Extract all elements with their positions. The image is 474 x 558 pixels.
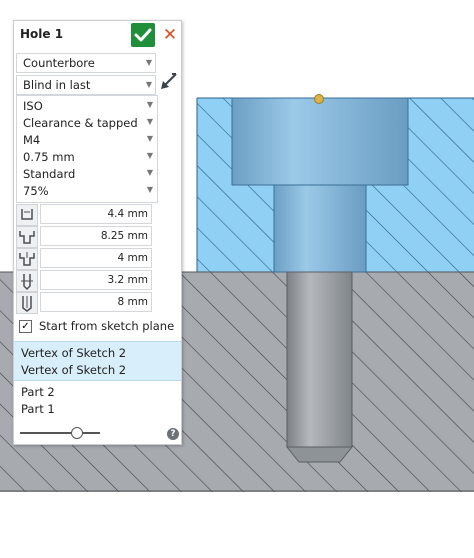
checkmark-icon: ✓ <box>21 321 30 332</box>
tapped-percentage-value: 75% <box>23 184 49 198</box>
size-value: M4 <box>23 133 41 147</box>
dropdown-arrow-icon: ▼ <box>146 151 153 160</box>
part-item[interactable]: Part 2 <box>21 385 55 399</box>
preview-slider-handle[interactable] <box>71 427 83 439</box>
cancel-button[interactable]: ✕ <box>161 25 179 45</box>
counterbore-cut <box>231 97 409 186</box>
dropdown-arrow-icon: ▼ <box>146 134 153 143</box>
dropdown-arrow-icon: ▼ <box>146 100 153 109</box>
counterbore-diameter-field[interactable]: 4.4 mm <box>40 204 152 224</box>
dialog-header: Hole 1 ✕ <box>14 21 181 49</box>
selection-item[interactable]: Vertex of Sketch 2 <box>21 363 126 377</box>
dropdown-arrow-icon: ▼ <box>145 80 152 89</box>
dimension-row: 8.25 mm <box>16 226 154 248</box>
counterbore-outer-diameter-field[interactable]: 8.25 mm <box>40 226 152 246</box>
dimension-row: 8 mm <box>16 292 154 314</box>
selection-item[interactable]: Vertex of Sketch 2 <box>21 346 126 360</box>
sketch-vertex-marker[interactable] <box>314 94 324 104</box>
help-icon[interactable]: ? <box>167 428 179 440</box>
counterbore-outer-diameter-icon <box>16 226 38 248</box>
check-icon <box>134 28 152 42</box>
pitch-value: 0.75 mm <box>23 150 75 164</box>
fit-value: Standard <box>23 167 76 181</box>
fit-dropdown[interactable]: Standard ▼ <box>17 165 157 182</box>
hole-feature-dialog: Hole 1 ✕ Counterbore ▼ Blind in last ▼ I… <box>13 20 182 445</box>
sketch-points-selection-list[interactable]: Vertex of Sketch 2 Vertex of Sketch 2 <box>14 341 181 381</box>
hole-style-value: Counterbore <box>23 56 95 70</box>
dropdown-arrow-icon: ▼ <box>146 117 153 126</box>
hole-type-value: Clearance & tapped <box>23 116 138 130</box>
flip-direction-button[interactable] <box>159 71 179 91</box>
drill-point <box>285 446 354 463</box>
close-icon: ✕ <box>162 25 178 45</box>
dimension-row: 4.4 mm <box>16 204 154 226</box>
hole-depth-icon <box>16 292 38 314</box>
standard-value: ISO <box>23 99 43 113</box>
tapped-percentage-dropdown[interactable]: 75% ▼ <box>17 182 157 199</box>
hole-cut-upper <box>273 184 367 273</box>
merge-scope-list[interactable]: Part 2 Part 1 <box>14 381 181 419</box>
direction-arrow-icon <box>161 73 177 89</box>
hole-type-dropdown[interactable]: Clearance & tapped ▼ <box>17 114 157 131</box>
standard-dropdown[interactable]: ISO ▼ <box>17 97 157 114</box>
preview-slider-track[interactable] <box>20 432 100 434</box>
dialog-title: Hole 1 <box>20 27 64 41</box>
part-item[interactable]: Part 1 <box>21 402 55 416</box>
tap-drill-diameter-icon <box>16 270 38 292</box>
dropdown-arrow-icon: ▼ <box>145 58 152 67</box>
pitch-dropdown[interactable]: 0.75 mm ▼ <box>17 148 157 165</box>
counterbore-diameter-icon <box>16 204 38 226</box>
dropdown-arrow-icon: ▼ <box>146 168 153 177</box>
counterbore-depth-icon <box>16 248 38 270</box>
start-from-sketch-plane-checkbox[interactable]: ✓ <box>19 320 32 333</box>
confirm-button[interactable] <box>131 23 155 47</box>
dimension-row: 4 mm <box>16 248 154 270</box>
tap-drill-diameter-field[interactable]: 3.2 mm <box>40 270 152 290</box>
size-dropdown[interactable]: M4 ▼ <box>17 131 157 148</box>
hole-style-dropdown[interactable]: Counterbore ▼ <box>16 53 156 73</box>
dropdown-arrow-icon: ▼ <box>146 185 153 194</box>
hole-depth-field[interactable]: 8 mm <box>40 292 152 312</box>
dimension-row: 3.2 mm <box>16 270 154 292</box>
tap-drill-cut <box>286 271 353 448</box>
termination-dropdown[interactable]: Blind in last ▼ <box>16 75 156 95</box>
hole-standard-group: ISO ▼ Clearance & tapped ▼ M4 ▼ 0.75 mm … <box>16 95 158 203</box>
termination-value: Blind in last <box>23 78 91 92</box>
start-from-sketch-plane-label: Start from sketch plane <box>39 319 175 333</box>
counterbore-depth-field[interactable]: 4 mm <box>40 248 152 268</box>
